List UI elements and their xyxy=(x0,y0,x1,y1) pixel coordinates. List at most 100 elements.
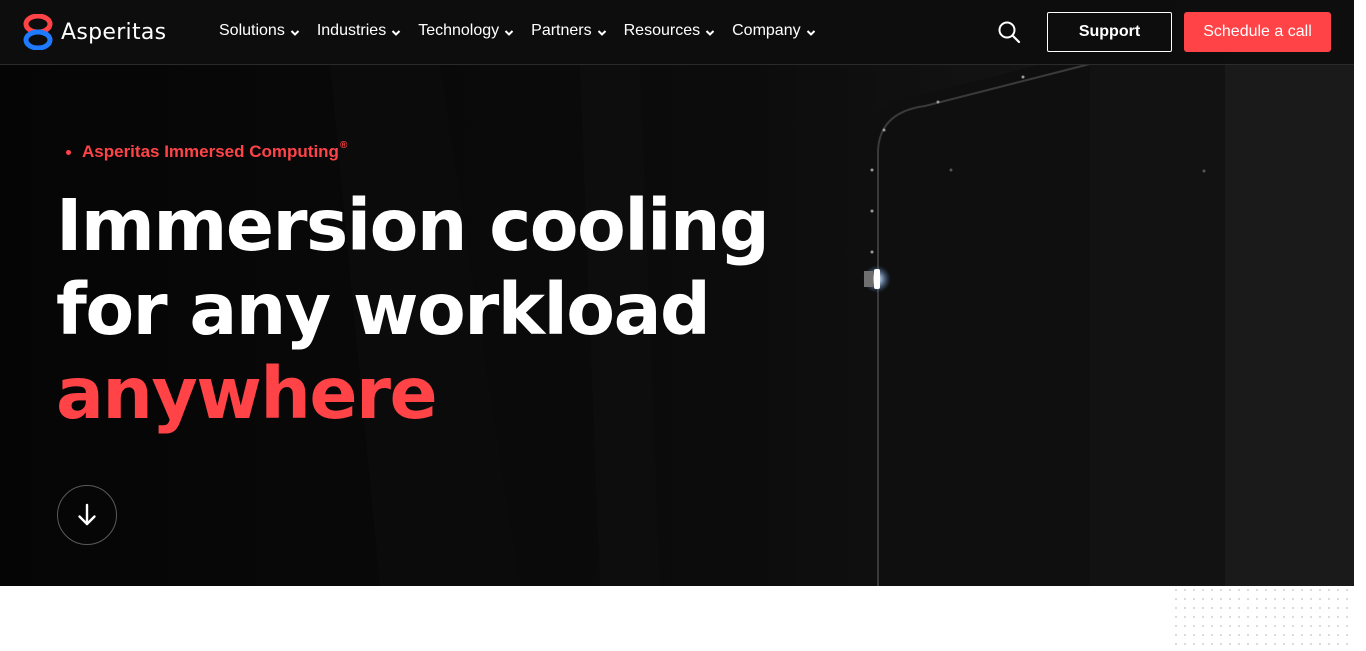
pattern-dot xyxy=(1274,589,1276,591)
pattern-dot xyxy=(1220,598,1222,600)
pattern-dot xyxy=(1247,634,1249,636)
pattern-dot xyxy=(1220,607,1222,609)
main-nav: Solutions Industries Technology Partners… xyxy=(219,22,833,40)
pattern-dot xyxy=(1346,634,1348,636)
pattern-dot xyxy=(1274,643,1276,645)
search-icon[interactable] xyxy=(997,20,1021,44)
pattern-dot xyxy=(1175,598,1177,600)
pattern-dot xyxy=(1175,607,1177,609)
pattern-dot xyxy=(1310,643,1312,645)
pattern-dot xyxy=(1202,634,1204,636)
pattern-dot xyxy=(1319,598,1321,600)
pattern-dot xyxy=(1247,643,1249,645)
nav-item-label: Partners xyxy=(531,22,592,39)
pattern-dot xyxy=(1301,589,1303,591)
pattern-dot xyxy=(1346,643,1348,645)
pattern-dot xyxy=(1292,643,1294,645)
pattern-dot xyxy=(1202,607,1204,609)
chevron-down-icon xyxy=(504,29,514,36)
pattern-dot xyxy=(1193,616,1195,618)
pattern-dot xyxy=(1175,625,1177,627)
pattern-dot xyxy=(1301,625,1303,627)
support-button[interactable]: Support xyxy=(1047,12,1172,52)
pattern-dot xyxy=(1319,616,1321,618)
pattern-dot xyxy=(1310,625,1312,627)
pattern-dot xyxy=(1301,607,1303,609)
pattern-dot xyxy=(1337,589,1339,591)
site-logo[interactable]: Asperitas xyxy=(22,14,166,50)
pattern-dot xyxy=(1274,634,1276,636)
pattern-dot xyxy=(1256,589,1258,591)
pattern-dot xyxy=(1346,589,1348,591)
pattern-dot xyxy=(1310,634,1312,636)
pattern-dot xyxy=(1256,634,1258,636)
pattern-dot xyxy=(1247,598,1249,600)
asperitas-logo-icon xyxy=(23,14,53,50)
nav-item-partners[interactable]: Partners xyxy=(531,22,606,40)
chevron-down-icon xyxy=(705,29,715,36)
pattern-dot xyxy=(1229,589,1231,591)
nav-item-label: Resources xyxy=(623,22,701,39)
decorative-dot-pattern xyxy=(1175,589,1348,645)
pattern-dot xyxy=(1211,634,1213,636)
pattern-dot xyxy=(1184,616,1186,618)
pattern-dot xyxy=(1337,607,1339,609)
pattern-dot xyxy=(1274,625,1276,627)
pattern-dot xyxy=(1247,607,1249,609)
pattern-dot xyxy=(1211,625,1213,627)
hero-eyebrow: Asperitas Immersed Computing ® xyxy=(66,140,347,162)
pattern-dot xyxy=(1283,589,1285,591)
pattern-dot xyxy=(1265,616,1267,618)
pattern-dot xyxy=(1328,589,1330,591)
pattern-dot xyxy=(1238,625,1240,627)
arrow-down-icon xyxy=(78,503,96,526)
pattern-dot xyxy=(1220,625,1222,627)
pattern-dot xyxy=(1319,643,1321,645)
pattern-dot xyxy=(1211,607,1213,609)
pattern-dot xyxy=(1283,616,1285,618)
pattern-dot xyxy=(1337,643,1339,645)
pattern-dot xyxy=(1265,634,1267,636)
nav-item-resources[interactable]: Resources xyxy=(624,22,715,40)
pattern-dot xyxy=(1256,625,1258,627)
pattern-dot xyxy=(1238,634,1240,636)
pattern-dot xyxy=(1265,625,1267,627)
pattern-dot xyxy=(1337,625,1339,627)
eyebrow-text: Asperitas Immersed Computing xyxy=(82,142,339,161)
bullet-dot xyxy=(66,150,71,155)
pattern-dot xyxy=(1283,634,1285,636)
pattern-dot xyxy=(1211,616,1213,618)
chevron-down-icon xyxy=(597,29,606,36)
nav-item-solutions[interactable]: Solutions xyxy=(219,22,300,40)
page-scrollbar[interactable] xyxy=(1354,0,1366,651)
pattern-dot xyxy=(1193,634,1195,636)
pattern-dot xyxy=(1238,589,1240,591)
pattern-dot xyxy=(1319,607,1321,609)
pattern-dot xyxy=(1292,589,1294,591)
pattern-dot xyxy=(1220,643,1222,645)
pattern-dot xyxy=(1310,616,1312,618)
pattern-dot xyxy=(1175,643,1177,645)
pattern-dot xyxy=(1292,598,1294,600)
pattern-dot xyxy=(1220,634,1222,636)
chevron-down-icon xyxy=(290,29,300,36)
pattern-dot xyxy=(1265,607,1267,609)
pattern-dot xyxy=(1292,616,1294,618)
pattern-dot xyxy=(1274,607,1276,609)
pattern-dot xyxy=(1328,598,1330,600)
schedule-call-button[interactable]: Schedule a call xyxy=(1184,12,1331,52)
pattern-dot xyxy=(1319,625,1321,627)
nav-item-technology[interactable]: Technology xyxy=(418,22,514,40)
scroll-down-button[interactable] xyxy=(57,485,117,545)
site-header: Asperitas Solutions Industries Technolog… xyxy=(0,0,1354,65)
pattern-dot xyxy=(1184,625,1186,627)
pattern-dot xyxy=(1175,616,1177,618)
pattern-dot xyxy=(1328,625,1330,627)
pattern-dot xyxy=(1301,598,1303,600)
pattern-dot xyxy=(1310,598,1312,600)
pattern-dot xyxy=(1292,625,1294,627)
pattern-dot xyxy=(1310,589,1312,591)
pattern-dot xyxy=(1247,616,1249,618)
nav-item-company[interactable]: Company xyxy=(732,22,815,40)
nav-item-industries[interactable]: Industries xyxy=(317,22,401,40)
